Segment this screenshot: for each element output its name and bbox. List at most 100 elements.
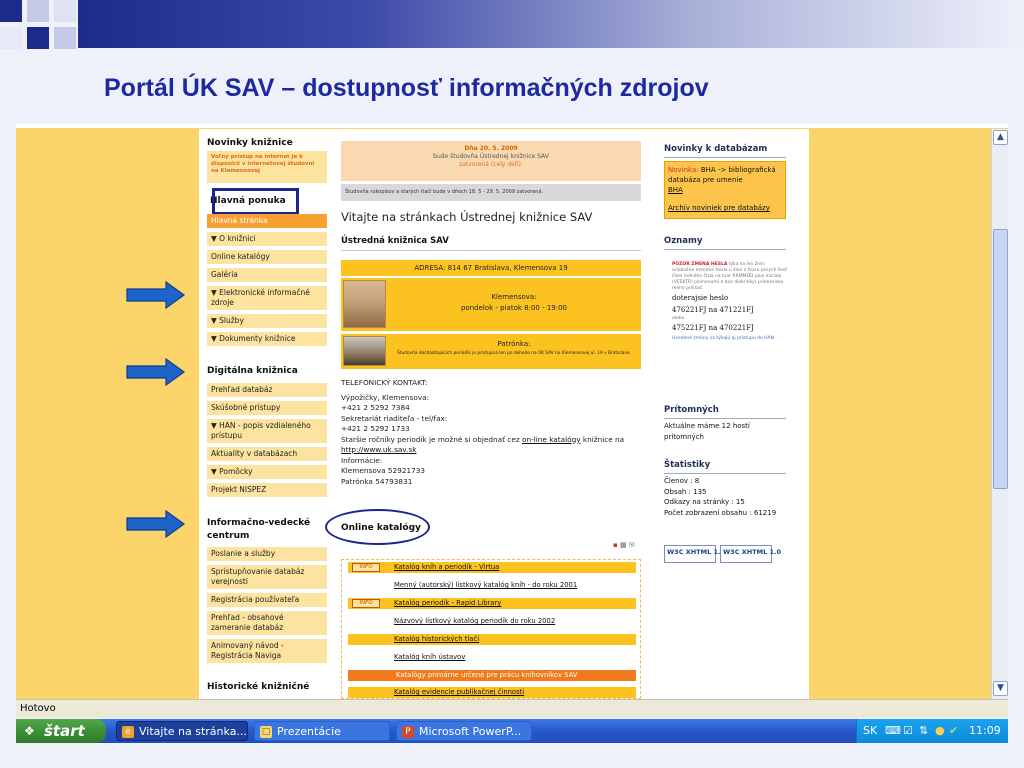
decor-square	[27, 27, 49, 49]
catalog-row[interactable]: Katalóg kníh ústavov	[348, 652, 636, 663]
security-icon[interactable]: ●	[935, 719, 945, 743]
heading-rule	[664, 418, 786, 419]
menu-item-tools[interactable]: ▼ Pomôcky	[207, 465, 327, 479]
catalogs-list: INFO Katalóg kníh a periodík - Virtua Me…	[341, 559, 641, 699]
catalog-link-librarians[interactable]: Katalógy primárne určené pre prácu kniho…	[396, 670, 577, 681]
menu-item-db-access[interactable]: Sprístupňovanie databáz verejnosti	[207, 565, 327, 589]
menu-item-about[interactable]: ▼ O knižnici	[207, 232, 327, 246]
menu-item-e-resources[interactable]: ▼ Elektronické informačné zdroje	[207, 286, 327, 310]
menu-item-documents[interactable]: ▼ Dokumenty knižnice	[207, 332, 327, 346]
catalog-link-historic[interactable]: Katalóg historických tlačí	[394, 634, 479, 645]
address-row: ADRESA: 814 67 Bratislava, Klemensova 19	[341, 260, 641, 276]
catalog-link-title-cards[interactable]: Názvový lístkový katalóg periodík do rok…	[394, 616, 555, 627]
catalog-link-author-cards[interactable]: Menný (autorský) lístkový katalóg kníh -…	[394, 580, 577, 591]
reading-room-notice: Študovňa rukopisov a starých tlačí bude …	[341, 184, 641, 201]
powerpoint-icon: P	[402, 726, 414, 738]
stat-members: Členov : 8	[664, 477, 700, 485]
bha-link[interactable]: BHA	[668, 186, 683, 194]
menu-item-han[interactable]: ▼ HAN - popis vzdialeného prístupu	[207, 419, 327, 443]
title-gradient-bar	[78, 0, 1024, 48]
stat-links: Odkazy na stránky : 15	[664, 498, 745, 506]
news-heading: Novinky knižnice	[207, 138, 293, 148]
catalog-row[interactable]: INFO Katalóg kníh a periodík - Virtua	[348, 562, 636, 573]
help-icon[interactable]: ☑	[903, 719, 913, 743]
task-browser[interactable]: e Vitajte na stránka...	[116, 721, 248, 741]
stat-content: Obsah : 135	[664, 487, 707, 496]
menu-item-services[interactable]: ▼ Služby	[207, 314, 327, 328]
browser-scrollbar[interactable]: ▲ ▼	[991, 129, 1008, 699]
catalog-link-rapid[interactable]: Katalóg periodík - Rapid Library	[394, 598, 501, 609]
decor-square	[0, 27, 22, 49]
heading-rule	[664, 157, 786, 158]
menu-item-naviga[interactable]: Animovaný návod - Registrácia Naviga	[207, 639, 327, 663]
menu-item-home[interactable]: Hlavná stránka	[207, 214, 327, 228]
library-url-link[interactable]: http://www.uk.sav.sk	[341, 445, 416, 454]
online-catalogs-link[interactable]: on-line katalógy	[522, 435, 581, 444]
catalog-row[interactable]: Názvový lístkový katalóg periodík do rok…	[348, 616, 636, 627]
arrow-icon	[126, 358, 186, 386]
menu-item-db-news[interactable]: Aktuality v databázach	[207, 447, 327, 461]
print-pdf-email-icons[interactable]: ▪ ▦ ✉	[613, 541, 635, 549]
pdf-icon[interactable]: ▪	[613, 541, 618, 549]
browser-icon: e	[122, 726, 134, 738]
menu-item-trials[interactable]: Skúšobné prístupy	[207, 401, 327, 415]
browser-viewport: Novinky knižnice Voľný prístup na intern…	[16, 124, 1008, 699]
db-archive-link[interactable]: Archív noviniek pre databázy	[668, 204, 770, 212]
notice-pw-title: POZOR ZMENA HESLA	[672, 262, 728, 267]
menu-item-db-overview[interactable]: Prehľad - obsahové zameranie databáz	[207, 611, 327, 635]
catalog-link-virtua[interactable]: Katalóg kníh a periodík - Virtua	[394, 562, 499, 573]
contact-periodicals-a: Staršie ročníky periodík je možné si obj…	[341, 434, 522, 444]
notice-pw-old: doterajsie heslo	[672, 294, 729, 302]
contact-loans: Výpožičky, Klemensova:	[341, 392, 430, 402]
language-indicator[interactable]: SK	[863, 719, 877, 743]
catalog-link-publications[interactable]: Katalóg evidencie publikačnej činnosti	[394, 687, 524, 698]
catalog-row[interactable]: Katalóg historických tlačí	[348, 634, 636, 645]
arrow-icon	[126, 281, 186, 309]
scroll-down-icon[interactable]: ▼	[993, 681, 1008, 696]
title-divider	[341, 250, 641, 251]
menu-item-online-catalogs[interactable]: Online katalógy	[207, 250, 327, 264]
slide-title: Portál ÚK SAV – dostupnosť informačných …	[104, 74, 709, 102]
welcome-heading: Vitajte na stránkach Ústrednej knižnice …	[341, 210, 593, 224]
catalog-row[interactable]: Katalóg evidencie publikačnej činnosti	[348, 687, 636, 698]
email-icon[interactable]: ✉	[629, 541, 635, 549]
heading-rule	[664, 473, 786, 474]
folder-icon: □	[260, 726, 272, 738]
announce-closed: zatvorená (celý deň).	[459, 161, 523, 168]
menu-item-databases[interactable]: Prehľad databáz	[207, 383, 327, 397]
start-button[interactable]: ❖ štart	[16, 719, 106, 743]
closure-announcement: Dňa 20. 5. 2009 bude študovňa Ústrednej …	[341, 141, 641, 181]
scroll-thumb[interactable]	[993, 229, 1008, 489]
system-tray: SK ⌨ ☑ ⇅ ● ✔ 11:09	[856, 719, 1008, 743]
klemensova-label: Klemensova:	[491, 293, 537, 301]
update-icon[interactable]: ✔	[949, 719, 958, 743]
notice-pw-old-value: 476221FJ na 471221FJ	[672, 306, 754, 314]
catalog-row[interactable]: INFO Katalóg periodík - Rapid Library	[348, 598, 636, 609]
notices-heading: Oznamy	[664, 236, 703, 246]
present-heading: Prítomných	[664, 405, 719, 415]
library-web-page: Novinky knižnice Voľný prístup na intern…	[199, 129, 809, 699]
klemensova-row: Klemensova: pondelok - piatok 8:00 - 19:…	[341, 278, 641, 331]
network-icon[interactable]: ⇅	[919, 719, 928, 743]
w3c-xhtml-badge[interactable]: W3C XHTML 1.0	[664, 545, 725, 563]
keyboard-icon[interactable]: ⌨	[885, 719, 901, 743]
scroll-up-icon[interactable]: ▲	[993, 130, 1008, 145]
print-icon[interactable]: ▦	[620, 541, 627, 549]
browser-top-edge	[16, 124, 1008, 128]
info-badge: INFO	[352, 563, 380, 572]
browser-status-bar: Hotovo	[16, 699, 1008, 718]
task-folder[interactable]: □ Prezentácie	[254, 721, 390, 741]
password-notice: POZOR ZMENA HESLA týka sa len žien: orie…	[672, 262, 787, 342]
catalog-row[interactable]: Menný (autorský) lístkový katalóg kníh -…	[348, 580, 636, 591]
windows-logo-icon: ❖	[24, 724, 35, 738]
catalog-row[interactable]: Katalógy primárne určené pre prácu kniho…	[348, 670, 636, 681]
catalog-link-institutes[interactable]: Katalóg kníh ústavov	[394, 652, 465, 663]
task-powerpoint[interactable]: P Microsoft PowerP...	[396, 721, 532, 741]
w3c-xhtml-badge[interactable]: W3C XHTML 1.0	[720, 545, 781, 563]
arrow-icon	[126, 510, 186, 538]
menu-item-mission[interactable]: Poslanie a služby	[207, 547, 327, 561]
menu-item-gallery[interactable]: Galéria	[207, 268, 327, 282]
main-menu-highlight-box	[212, 188, 299, 215]
menu-item-nispez[interactable]: Projekt NISPEZ	[207, 483, 327, 497]
menu-item-registration[interactable]: Registrácia používateľa	[207, 593, 327, 607]
